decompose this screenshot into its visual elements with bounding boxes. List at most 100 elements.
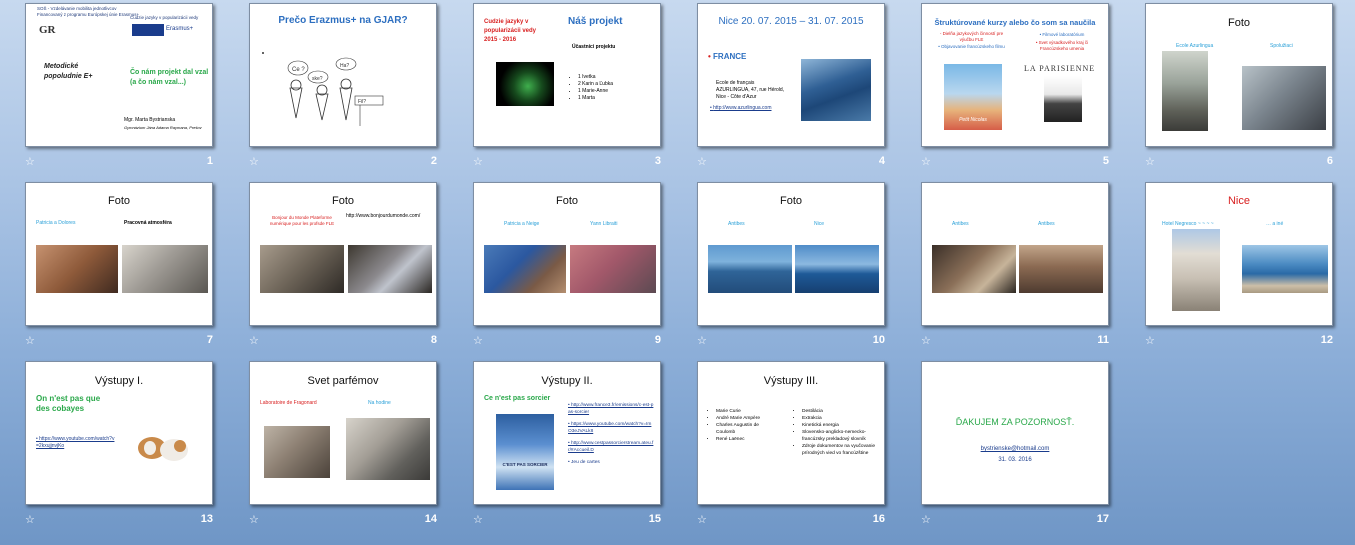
link-text[interactable]: https://www.youtube.com/watch?v=ImO3eJVA… [568, 422, 651, 434]
cartoon-image: Ce ? ske? Ha? Fil? [260, 48, 390, 132]
star-icon[interactable]: ☆ [921, 334, 931, 347]
slide-number: 2 [430, 155, 437, 167]
youtube-link[interactable]: • https://www.youtube.com/watch?v=2kxujj… [36, 436, 116, 450]
slide-2[interactable]: Prečo Erazmus+ na GJAR? Ce ? ske? Ha? Fi… [249, 3, 437, 147]
topic-list: Destilácia Extrakcia Kinetická energia S… [794, 408, 880, 457]
star-icon[interactable]: ☆ [921, 513, 931, 526]
bubble-text: Ce ? [292, 67, 305, 73]
slide-number: 9 [654, 334, 661, 346]
poster-title: C'EST PAS SORCIER [502, 462, 548, 467]
slide-number: 14 [424, 513, 437, 525]
link-text[interactable]: https://www.youtube.com/watch?v=2kxujjnv… [36, 436, 114, 449]
classroom-photo [122, 245, 208, 293]
participant-list: 1 Ivetka 2 Karin a Ľubka 1 Marie-Anne 1 … [570, 74, 613, 102]
photo-caption: Patricia a Dolores [36, 220, 76, 226]
star-icon[interactable]: ☆ [249, 155, 259, 168]
slide-11[interactable]: Antibes Antibes [921, 182, 1109, 326]
star-icon[interactable]: ☆ [473, 155, 483, 168]
star-icon[interactable]: ☆ [25, 155, 35, 168]
photo-caption: Spolužiaci [1270, 43, 1293, 49]
star-icon[interactable]: ☆ [697, 513, 707, 526]
list-item: Zdroje dokumentov na vyučovanie prírodný… [802, 443, 880, 457]
slide-3[interactable]: Cudzie jazyky v popularizácii vedy 2015 … [473, 3, 661, 147]
negresco-photo [1172, 229, 1220, 311]
course-item: • Objavovanie francúzskeho filmu [938, 44, 1005, 49]
brand-text: LA PARISIENNE [1024, 64, 1096, 73]
video-title: Ce n'est pas sorcier [484, 395, 551, 402]
list-item: René Laënec [716, 436, 778, 443]
guinea-pigs-image [136, 428, 190, 464]
photo-caption: Laboratoire de Fragonard [260, 400, 317, 406]
show-poster: C'EST PAS SORCIER [496, 414, 554, 490]
slide-7[interactable]: Foto Patricia a Dolores Pracovná atmosfé… [25, 182, 213, 326]
slide-16[interactable]: Výstupy III. Marie Curie André Marie Amp… [697, 361, 885, 505]
list-item[interactable]: • http://www.france3.fr/emissions/c-est-… [568, 402, 654, 416]
slide-title: Foto [779, 195, 802, 207]
star-icon[interactable]: ☆ [249, 334, 259, 347]
slide-number: 16 [872, 513, 885, 525]
slide-12[interactable]: Nice Hotel Negresco ~ ~ ~ ~ … a iné [1145, 182, 1333, 326]
movie-poster: Petit Nicolas [944, 64, 1002, 130]
slide-title: Nice 20. 07. 2015 – 31. 07. 2015 [718, 16, 864, 27]
erasmus-logo: Erasmus+ [166, 26, 194, 32]
slide-13[interactable]: Výstupy I. On n'est pas que des cobayes … [25, 361, 213, 505]
slide-8[interactable]: Foto Bonjour du Monde Plateforme numériq… [249, 182, 437, 326]
project-label: Cudzie jazyky v popularizácii vedy 2015 … [484, 19, 537, 43]
star-icon[interactable]: ☆ [697, 155, 707, 168]
slide-6[interactable]: Foto Ecole Azurlingua Spolužiaci [1145, 3, 1333, 147]
list-item[interactable]: • http://www.cestpassorcierstream.ateu.f… [568, 440, 654, 454]
country-label: • FRANCE [708, 52, 747, 61]
slide-number: 12 [1320, 334, 1333, 346]
slide-10[interactable]: Foto Antibes Nice [697, 182, 885, 326]
slide-4[interactable]: Nice 20. 07. 2015 – 31. 07. 2015 • FRANC… [697, 3, 885, 147]
link-text[interactable]: http://www.cestpassorcierstream.ateu.fr/… [568, 441, 653, 453]
photo-caption: Antibes [1038, 221, 1055, 227]
website-link[interactable]: http://www.bonjourdumonde.com/ [346, 213, 428, 220]
list-item[interactable]: • https://www.youtube.com/watch?v=ImO3eJ… [568, 421, 654, 435]
list-item: Marie Curie [716, 408, 778, 415]
slide-15[interactable]: Výstupy II. Ce n'est pas sorcier C'EST P… [473, 361, 661, 505]
accordion-photo [1044, 76, 1082, 122]
slide-title: Foto [107, 195, 130, 207]
star-icon[interactable]: ☆ [25, 513, 35, 526]
restaurant-photo [932, 245, 1016, 293]
photo-caption: Ecole Azurlingua [1176, 43, 1214, 49]
star-icon[interactable]: ☆ [473, 334, 483, 347]
slide-14[interactable]: Svet parfémov Laboratoire de Fragonard N… [249, 361, 437, 505]
workshop-photo [260, 245, 344, 293]
list-item: 1 Marie-Anne [578, 88, 613, 95]
date-text: 31. 03. 2016 [998, 457, 1032, 463]
tablet-photo [348, 245, 432, 293]
slide-title: Výstupy II. [541, 375, 593, 387]
slide-9[interactable]: Foto Patricia a Neige Yann Libraiti [473, 182, 661, 326]
website-link[interactable]: • http://www.azurlingua.com [710, 105, 772, 111]
slide-title: Výstupy I. [94, 375, 144, 387]
star-icon[interactable]: ☆ [249, 513, 259, 526]
photo-caption: Patricia a Neige [504, 221, 540, 227]
link-text[interactable]: http://www.azurlingua.com [713, 105, 771, 111]
link-text[interactable]: http://www.france3.fr/emissions/c-est-pa… [568, 403, 653, 415]
star-icon[interactable]: ☆ [473, 513, 483, 526]
slide-title: Foto [555, 195, 578, 207]
photo-caption: Yann Libraiti [590, 221, 618, 227]
slide-title: Metodické popoludnie E+ [44, 63, 93, 80]
slide-5[interactable]: Štruktúrované kurzy alebo čo som sa nauč… [921, 3, 1109, 147]
star-icon[interactable]: ☆ [25, 334, 35, 347]
star-icon[interactable]: ☆ [697, 334, 707, 347]
eu-flag-logo [132, 24, 164, 36]
slide-1[interactable]: SOŠ - Vzdelávanie mobilita jednotlivcov … [25, 3, 213, 147]
slide-title: ĎAKUJEM ZA POZORNOSŤ. [955, 417, 1075, 427]
market-photo [570, 245, 656, 293]
svg-text:GR: GR [39, 24, 57, 36]
antibes-photo [708, 245, 792, 293]
slide-17[interactable]: ĎAKUJEM ZA POZORNOSŤ. bystrienske@hotmai… [921, 361, 1109, 505]
photo-caption: Na hodine [368, 400, 391, 406]
email-link[interactable]: bystrienske@hotmail.com [922, 446, 1108, 452]
slide-title: Foto [1227, 17, 1250, 29]
link-list: • http://www.france3.fr/emissions/c-est-… [568, 402, 654, 466]
photo-caption: … a iné [1266, 221, 1284, 227]
star-icon[interactable]: ☆ [1145, 334, 1155, 347]
scientist-list: Marie Curie André Marie Ampère Charles A… [708, 408, 778, 443]
star-icon[interactable]: ☆ [921, 155, 931, 168]
star-icon[interactable]: ☆ [1145, 155, 1155, 168]
